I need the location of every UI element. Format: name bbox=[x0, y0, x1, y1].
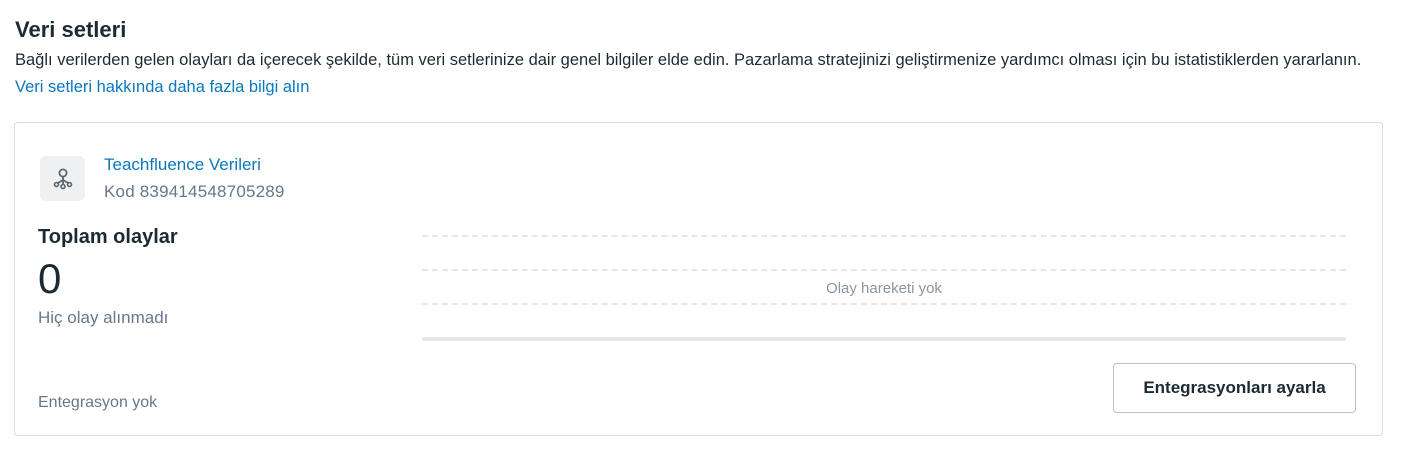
total-events-value: 0 bbox=[38, 255, 62, 302]
chart-gridline bbox=[422, 269, 1346, 271]
integration-status: Entegrasyon yok bbox=[38, 394, 158, 411]
learn-more-link[interactable]: Veri setleri hakkında daha fazla bilgi a… bbox=[15, 78, 309, 96]
page-title: Veri setleri bbox=[15, 17, 127, 42]
dataset-code: Kod 839414548705289 bbox=[104, 182, 285, 201]
page-description: Bağlı verilerden gelen olayları da içere… bbox=[15, 47, 1390, 101]
chart-gridline bbox=[422, 235, 1346, 237]
datasets-page: Veri setleri Bağlı verilerden gelen olay… bbox=[0, 0, 1402, 449]
events-chart: Olay hareketi yok bbox=[422, 235, 1346, 342]
total-events-subtext: Hiç olay alınmadı bbox=[38, 308, 169, 327]
dataset-network-icon-graphic bbox=[53, 168, 72, 189]
total-events-label: Toplam olaylar bbox=[38, 226, 178, 248]
dataset-card: Teachfluence Verileri Kod 83941454870528… bbox=[14, 122, 1383, 436]
description-text: Bağlı verilerden gelen olayları da içere… bbox=[15, 51, 1362, 69]
chart-empty-message: Olay hareketi yok bbox=[826, 280, 942, 297]
chart-baseline bbox=[422, 337, 1346, 341]
setup-integrations-button[interactable]: Entegrasyonları ayarla bbox=[1113, 363, 1356, 413]
dataset-network-icon bbox=[40, 156, 85, 201]
chart-gridline bbox=[422, 303, 1346, 305]
dataset-name-link[interactable]: Teachfluence Verileri bbox=[104, 154, 261, 176]
